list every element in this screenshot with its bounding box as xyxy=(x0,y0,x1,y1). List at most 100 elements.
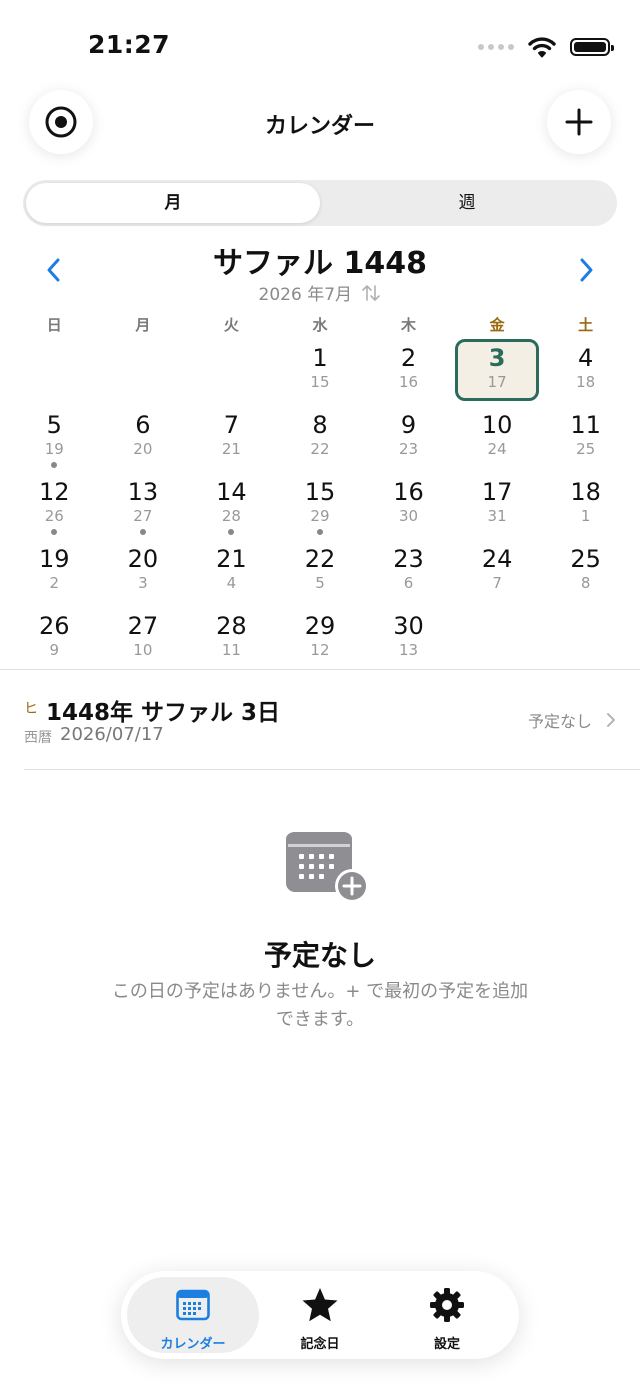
gregorian-day-number: 3 xyxy=(138,574,148,592)
status-indicators xyxy=(478,32,614,62)
weekday-sun: 日 xyxy=(46,316,62,334)
events-status-button[interactable]: 予定なし xyxy=(528,708,616,732)
gregorian-day-number: 15 xyxy=(310,373,330,391)
hijri-day-number: 6 xyxy=(135,411,151,439)
gregorian-day-number: 7 xyxy=(492,574,502,592)
month-title: サファル 1448 xyxy=(213,246,427,281)
divider xyxy=(24,769,640,770)
day-cell[interactable]: 8 22 xyxy=(276,407,365,474)
gregorian-day-number: 27 xyxy=(133,507,153,525)
gregorian-day-number: 11 xyxy=(221,641,241,659)
day-cell[interactable]: 11 25 xyxy=(541,407,630,474)
hijri-day-number: 28 xyxy=(216,612,247,640)
weekday-fri: 金 xyxy=(489,316,505,334)
gregorian-day-number: 17 xyxy=(487,373,507,391)
hijri-day-number: 7 xyxy=(223,411,240,439)
gregorian-day-number: 18 xyxy=(576,373,596,391)
hijri-day-number: 12 xyxy=(39,478,70,506)
view-segmented-control: 月 週 xyxy=(23,180,617,226)
gregorian-day-number: 9 xyxy=(49,641,60,659)
chevron-right-icon xyxy=(607,713,615,727)
tab-anniversary-label: 記念日 xyxy=(300,1337,340,1352)
day-cell[interactable]: 26 9 xyxy=(10,608,99,675)
day-cell[interactable]: 12 26 xyxy=(10,474,99,541)
day-cell[interactable]: 5 19 xyxy=(10,407,99,474)
empty-day-cell xyxy=(10,340,99,407)
day-cell[interactable]: 13 27 xyxy=(99,474,188,541)
page-title: カレンダー xyxy=(264,114,375,139)
day-cell[interactable]: 28 11 xyxy=(187,608,276,675)
empty-day-cell xyxy=(541,608,630,675)
day-cell[interactable]: 20 3 xyxy=(99,541,188,608)
hijri-day-number: 26 xyxy=(39,612,70,640)
day-cell[interactable]: 19 2 xyxy=(10,541,99,608)
tab-settings-label: 設定 xyxy=(433,1337,460,1352)
day-cell[interactable]: 6 20 xyxy=(99,407,188,474)
hijri-day-number: 27 xyxy=(127,612,159,640)
hijri-day-number: 29 xyxy=(304,612,336,640)
day-cell[interactable]: 21 4 xyxy=(187,541,276,608)
weekday-thu: 木 xyxy=(401,316,417,334)
plus-icon xyxy=(565,108,593,136)
gregorian-day-number: 28 xyxy=(221,507,241,525)
selected-gregorian-date: 2026/07/17 xyxy=(60,724,164,745)
segment-month[interactable]: 月 xyxy=(26,183,320,223)
day-cell[interactable]: 22 5 xyxy=(276,541,365,608)
day-cell[interactable]: 2 16 xyxy=(364,340,453,407)
day-cell[interactable]: 10 24 xyxy=(453,407,542,474)
gregorian-day-number: 21 xyxy=(221,440,241,458)
day-cell[interactable]: 7 21 xyxy=(187,407,276,474)
day-cell[interactable]: 23 6 xyxy=(364,541,453,608)
calendar-add-icon xyxy=(286,832,369,903)
hijri-day-number: 19 xyxy=(39,545,70,573)
tab-settings[interactable]: 設定 xyxy=(381,1277,513,1353)
day-cell[interactable]: 27 10 xyxy=(99,608,188,675)
hijri-day-number: 15 xyxy=(304,478,336,506)
day-cell-selected[interactable]: 3 17 xyxy=(453,339,542,407)
tab-bar: カレンダー 記念日 設定 xyxy=(121,1271,519,1359)
hijri-day-number: 21 xyxy=(216,545,247,573)
tab-anniversary[interactable]: 記念日 xyxy=(254,1277,386,1353)
next-month-button[interactable] xyxy=(574,256,598,284)
day-cell[interactable]: 4 18 xyxy=(541,340,630,407)
day-cell[interactable]: 16 30 xyxy=(364,474,453,541)
segment-week[interactable]: 週 xyxy=(320,183,614,223)
tab-calendar-label: カレンダー xyxy=(160,1337,226,1352)
day-cell[interactable]: 17 31 xyxy=(453,474,542,541)
gregorian-day-number: 13 xyxy=(398,641,419,659)
day-cell[interactable]: 15 29 xyxy=(276,474,365,541)
hijri-day-number: 13 xyxy=(127,478,159,506)
gregorian-day-number: 29 xyxy=(310,507,330,525)
day-cell[interactable]: 29 12 xyxy=(276,608,365,675)
calendar-icon xyxy=(176,1289,210,1321)
hijri-day-number: 18 xyxy=(570,478,601,506)
event-dot xyxy=(51,462,58,468)
hijri-day-number: 17 xyxy=(481,478,513,506)
day-cell[interactable]: 14 28 xyxy=(187,474,276,541)
gregorian-day-number: 4 xyxy=(226,574,237,592)
hijri-badge: ヒ xyxy=(24,701,38,717)
gregorian-day-number: 19 xyxy=(44,440,64,458)
day-cell[interactable]: 30 13 xyxy=(364,608,453,675)
gregorian-day-number: 23 xyxy=(398,440,419,458)
hijri-day-number: 2 xyxy=(400,344,417,372)
day-cell[interactable]: 25 8 xyxy=(541,541,630,608)
weekday-sat: 土 xyxy=(578,316,594,334)
add-event-button[interactable] xyxy=(547,90,611,154)
day-cell[interactable]: 18 1 xyxy=(541,474,630,541)
cellular-signal-icon xyxy=(478,44,514,50)
hijri-day-number: 11 xyxy=(570,411,601,439)
gregorian-day-number: 8 xyxy=(580,574,591,592)
tab-calendar[interactable]: カレンダー xyxy=(127,1277,259,1353)
divider xyxy=(0,669,640,670)
day-cell[interactable]: 1 15 xyxy=(276,340,365,407)
day-cell[interactable]: 24 7 xyxy=(453,541,542,608)
gregorian-day-number: 12 xyxy=(310,641,330,659)
gregorian-day-number: 25 xyxy=(576,440,596,458)
gregorian-month-toggle[interactable]: 2026 年7月 xyxy=(0,280,640,305)
day-cell[interactable]: 9 23 xyxy=(364,407,453,474)
hijri-day-number: 20 xyxy=(127,545,159,573)
gear-icon xyxy=(430,1288,464,1322)
hijri-day-number: 22 xyxy=(304,545,336,573)
empty-state-title: 予定なし xyxy=(263,939,376,972)
